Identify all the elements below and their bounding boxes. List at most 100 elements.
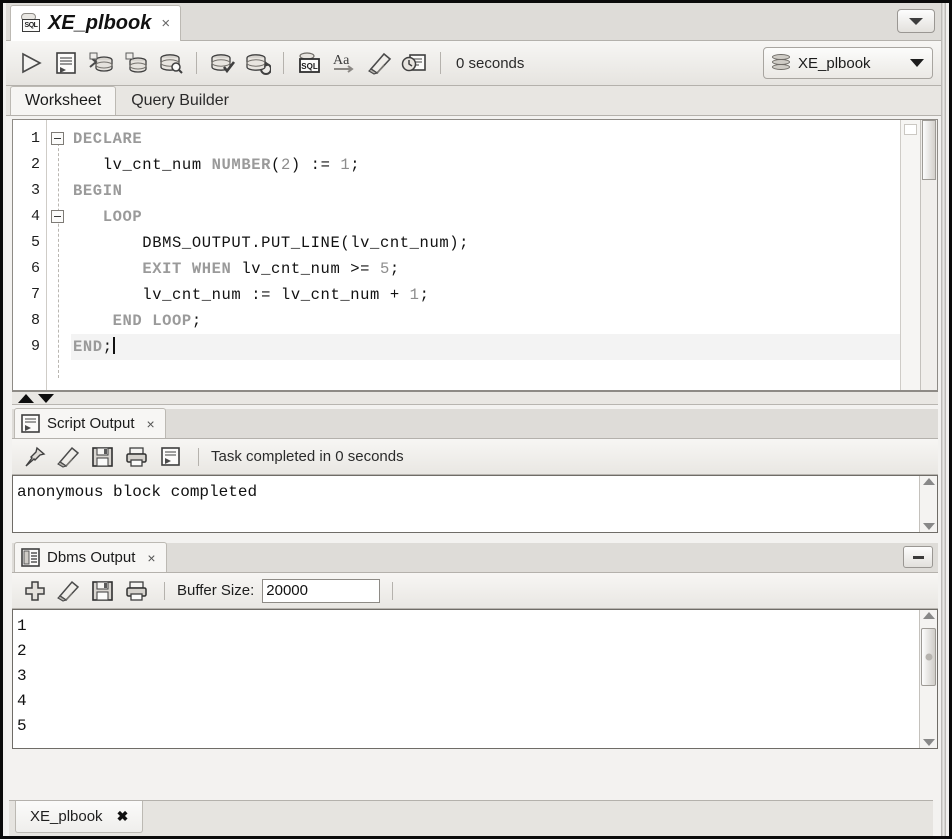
bottom-tab-xe-plbook[interactable]: XE_plbook ✖	[15, 801, 144, 833]
code-keyword: DECLARE	[73, 130, 143, 148]
code-keyword: NUMBER	[211, 156, 272, 174]
script-output-text: anonymous block completed	[17, 483, 258, 501]
dbms-output-content-area[interactable]: 1 2 3 4 5	[12, 609, 938, 749]
dbms-output-line: 5	[17, 717, 27, 735]
commit-button[interactable]	[84, 47, 117, 79]
dbms-output-line: 1	[17, 617, 27, 635]
clear-output-button[interactable]	[54, 443, 84, 471]
clear-dbms-output-button[interactable]	[54, 577, 84, 605]
document-tab-close-icon[interactable]: ×	[161, 16, 170, 31]
tab-worksheet[interactable]: Worksheet	[10, 86, 117, 115]
triangle-down-icon[interactable]	[38, 393, 54, 403]
sql-code-editor[interactable]: 1 2 3 4 5 6 7 8 9 DECLARE lv_cnt_num NUM…	[12, 119, 938, 391]
code-keyword: EXIT WHEN	[142, 260, 232, 278]
text-caret	[112, 337, 115, 354]
pin-output-button[interactable]	[20, 443, 50, 471]
fold-toggle-declare[interactable]	[51, 132, 64, 145]
sql-worksheet-icon: SQL	[19, 13, 42, 34]
dbms-output-icon	[21, 548, 40, 567]
toolbar-separator-3	[440, 52, 441, 74]
script-icon	[55, 52, 76, 74]
clear-worksheet-button[interactable]	[363, 47, 396, 79]
code-text: (	[271, 156, 281, 174]
script-icon	[161, 446, 180, 466]
save-icon	[92, 580, 113, 601]
tab-script-output-label: Script Output	[47, 415, 135, 432]
script-output-icon	[21, 414, 40, 433]
bottom-tab-close-icon[interactable]: ✖	[117, 808, 129, 825]
caret-down-icon[interactable]	[910, 59, 924, 67]
unshared-sql-worksheet-button[interactable]	[154, 47, 187, 79]
format-sql-button[interactable]: Aa	[328, 47, 361, 79]
code-number: 1	[409, 286, 420, 304]
buffer-size-label: Buffer Size:	[177, 582, 255, 599]
svg-text:SQL: SQL	[301, 62, 318, 71]
code-line-1: DECLARE	[71, 126, 900, 152]
editor-scrollbar-thumb[interactable]	[922, 120, 936, 180]
editor-output-splitter[interactable]	[12, 391, 938, 405]
connection-selector[interactable]: XE_plbook	[763, 47, 933, 79]
buffer-size-input[interactable]	[262, 578, 381, 603]
plus-icon	[25, 580, 45, 601]
dbms-output-scrollbar[interactable]	[919, 610, 937, 748]
aa-icon: Aa	[333, 53, 354, 73]
fold-toggle-loop[interactable]	[51, 210, 64, 223]
chevron-down-icon[interactable]	[922, 739, 935, 746]
tab-dbms-output-close-icon[interactable]: ×	[147, 550, 155, 566]
autocommit-button[interactable]	[206, 47, 239, 79]
sql-history-button[interactable]: SQL	[293, 47, 326, 79]
tab-worksheet-label: Worksheet	[25, 92, 102, 109]
print-dbms-output-button[interactable]	[122, 577, 152, 605]
tab-script-output[interactable]: Script Output ×	[14, 408, 166, 438]
triangle-up-icon[interactable]	[18, 393, 34, 403]
query-history-button[interactable]	[398, 47, 431, 79]
save-icon	[92, 446, 113, 467]
dbms-output-line: 2	[17, 642, 27, 660]
line-number: 4	[30, 208, 40, 225]
code-keyword: END LOOP	[112, 312, 192, 330]
window-scrollbar-strip[interactable]	[941, 3, 946, 836]
bottom-connection-tab-bar: XE_plbook ✖	[9, 800, 933, 836]
sql-developer-window: SQL XE_plbook × SQL Aa 0 seconds XE_plbo…	[0, 0, 952, 839]
enable-dbms-output-button[interactable]	[20, 577, 50, 605]
editor-code-area[interactable]: DECLARE lv_cnt_num NUMBER(2) := 1; BEGIN …	[71, 120, 900, 390]
code-line-7: lv_cnt_num := lv_cnt_num + 1;	[71, 282, 900, 308]
code-line-6: EXIT WHEN lv_cnt_num >= 5;	[71, 256, 900, 282]
line-number: 9	[30, 338, 40, 355]
editor-vertical-scrollbar[interactable]	[920, 120, 937, 390]
worksheet-tab-bar: Worksheet Query Builder	[6, 86, 941, 116]
chevron-down-icon[interactable]	[922, 523, 935, 530]
tab-dbms-output[interactable]: Dbms Output ×	[14, 542, 167, 572]
tab-dbms-output-label: Dbms Output	[47, 549, 136, 566]
save-dbms-output-button[interactable]	[88, 577, 118, 605]
document-tab-xe-plbook[interactable]: SQL XE_plbook ×	[10, 5, 182, 41]
rollback-button[interactable]	[119, 47, 152, 79]
chevron-up-icon[interactable]	[922, 478, 935, 485]
code-line-8: END LOOP;	[71, 308, 900, 334]
line-number: 6	[30, 260, 40, 277]
elapsed-time-label: 0 seconds	[456, 54, 525, 72]
dbms-output-minimize-button[interactable]	[903, 546, 933, 568]
bottom-tab-label: XE_plbook	[30, 808, 103, 825]
tab-script-output-close-icon[interactable]: ×	[147, 416, 155, 432]
explain-plan-button[interactable]	[241, 47, 274, 79]
run-script-button[interactable]	[49, 47, 82, 79]
save-output-button[interactable]	[88, 443, 118, 471]
dbms-output-panel: Dbms Output × Buffer Size: 20000 1 2 3 4…	[12, 542, 938, 749]
dbms-output-toolbar-separator-2	[392, 581, 394, 600]
execute-statement-button[interactable]	[14, 47, 47, 79]
tab-list-dropdown-button[interactable]	[897, 9, 935, 33]
print-output-button[interactable]	[122, 443, 152, 471]
history-icon	[401, 54, 426, 72]
script-output-scrollbar[interactable]	[919, 476, 937, 532]
dbms-output-scrollbar-thumb[interactable]	[921, 628, 936, 686]
script-output-content-area[interactable]: anonymous block completed	[12, 475, 938, 533]
eraser-icon	[57, 580, 80, 602]
code-text: lv_cnt_num := lv_cnt_num +	[73, 286, 410, 304]
tab-query-builder[interactable]: Query Builder	[116, 86, 244, 115]
code-text: ;	[191, 312, 202, 330]
chevron-up-icon[interactable]	[922, 612, 935, 619]
code-text: ;	[419, 286, 430, 304]
toggle-wrap-button[interactable]	[156, 443, 186, 471]
